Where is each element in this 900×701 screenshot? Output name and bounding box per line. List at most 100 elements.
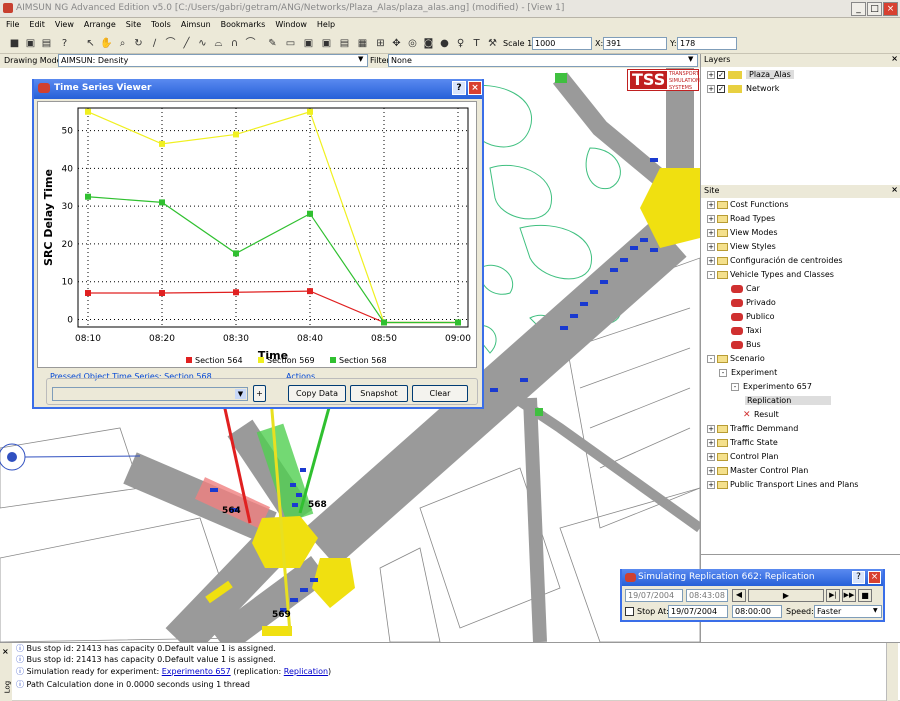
node-icon[interactable]: ▣ bbox=[302, 37, 315, 50]
scale-input[interactable]: 1000 bbox=[532, 37, 592, 50]
tsv-close-button[interactable]: × bbox=[468, 81, 482, 95]
arc3-icon[interactable]: ⌒ bbox=[244, 37, 257, 50]
stop-date-field[interactable]: 19/07/2004 bbox=[668, 605, 728, 618]
site-tree-item[interactable]: + Traffic State bbox=[707, 438, 778, 447]
step-forward-icon[interactable]: ▶| bbox=[826, 589, 840, 602]
speed-select[interactable]: Faster bbox=[814, 605, 882, 618]
menu-file[interactable]: File bbox=[2, 18, 23, 31]
move-icon[interactable]: ✥ bbox=[390, 37, 403, 50]
centroid-icon[interactable]: ⊞ bbox=[374, 37, 387, 50]
site-tree-item[interactable]: + Master Control Plan bbox=[707, 466, 808, 475]
site-tree-item[interactable]: + Traffic Demmand bbox=[707, 424, 798, 433]
layer-checkbox[interactable]: ✓ bbox=[717, 84, 725, 93]
expand-icon[interactable]: + bbox=[707, 438, 715, 447]
layer-row-plaza[interactable]: + ✓ Plaza_Alas bbox=[707, 70, 794, 79]
site-tree-item[interactable]: Car bbox=[731, 284, 760, 293]
save-icon[interactable]: ▣ bbox=[24, 37, 37, 50]
filter-select[interactable]: None bbox=[388, 54, 698, 67]
collapse-icon[interactable]: - bbox=[707, 270, 715, 279]
close-icon[interactable]: × bbox=[2, 647, 9, 656]
close-button[interactable]: × bbox=[883, 2, 898, 16]
site-tree-item[interactable]: Taxi bbox=[731, 326, 761, 335]
square-icon[interactable]: ◙ bbox=[422, 37, 435, 50]
site-tree-item[interactable]: + View Styles bbox=[707, 242, 776, 251]
close-icon[interactable]: × bbox=[891, 54, 898, 63]
series-select[interactable]: ▼ bbox=[52, 387, 248, 401]
expand-icon[interactable]: + bbox=[707, 200, 715, 209]
site-tree-item[interactable]: - Scenario bbox=[707, 354, 765, 363]
detector-icon[interactable]: ▤ bbox=[338, 37, 351, 50]
expand-icon[interactable]: + bbox=[707, 480, 715, 489]
site-tree-item[interactable]: Bus bbox=[731, 340, 761, 349]
bezier-icon[interactable]: ∿ bbox=[196, 37, 209, 50]
tsv-help-button[interactable]: ? bbox=[452, 81, 466, 95]
replication-link[interactable]: Replication bbox=[284, 667, 328, 676]
site-tree-item[interactable]: - Experimento 657 bbox=[731, 382, 812, 391]
print-icon[interactable]: ▤ bbox=[40, 37, 53, 50]
chevron-down-icon[interactable]: ▼ bbox=[358, 55, 363, 63]
rewind-icon[interactable]: ◀ bbox=[732, 589, 746, 602]
sim-help-button[interactable]: ? bbox=[852, 571, 865, 584]
drawing-mode-select[interactable]: AIMSUN: Density bbox=[58, 54, 368, 67]
site-tree-item[interactable]: + Road Types bbox=[707, 214, 775, 223]
log-scrollbar[interactable] bbox=[886, 643, 898, 701]
site-tree-item[interactable]: - Vehicle Types and Classes bbox=[707, 270, 834, 279]
section-icon[interactable]: ▭ bbox=[284, 37, 297, 50]
stop-icon[interactable]: ■ bbox=[858, 589, 872, 602]
zoom-icon[interactable]: ⌕ bbox=[116, 37, 129, 50]
open-icon[interactable]: ■ bbox=[8, 37, 21, 50]
polyline-icon[interactable]: ∕ bbox=[148, 37, 161, 50]
collapse-icon[interactable]: - bbox=[707, 354, 715, 363]
expand-icon[interactable]: + bbox=[707, 214, 715, 223]
experiment-link[interactable]: Experimento 657 bbox=[162, 667, 231, 676]
arc-icon[interactable]: ⌓ bbox=[212, 37, 225, 50]
menu-arrange[interactable]: Arrange bbox=[80, 18, 120, 31]
target-icon[interactable]: ◎ bbox=[406, 37, 419, 50]
grid-icon[interactable]: ▦ bbox=[356, 37, 369, 50]
expand-icon[interactable]: + bbox=[707, 466, 715, 475]
rotate-icon[interactable]: ↻ bbox=[132, 37, 145, 50]
layer-row-network[interactable]: + ✓ Network bbox=[707, 84, 779, 93]
sim-close-button[interactable]: × bbox=[868, 571, 881, 584]
maximize-button[interactable]: □ bbox=[867, 2, 882, 16]
collapse-icon[interactable]: - bbox=[731, 382, 739, 391]
site-tree-item[interactable]: - Experiment bbox=[719, 368, 777, 377]
pin-icon[interactable]: ♀ bbox=[454, 37, 467, 50]
curve-icon[interactable]: ⌒ bbox=[164, 37, 177, 50]
expand-icon[interactable]: + bbox=[707, 70, 715, 79]
site-tree-item[interactable]: + Configuración de centroides bbox=[707, 256, 843, 265]
line-icon[interactable]: ╱ bbox=[180, 37, 193, 50]
play-button[interactable]: ▶ bbox=[748, 589, 824, 602]
expand-icon[interactable]: + bbox=[707, 452, 715, 461]
menu-view[interactable]: View bbox=[51, 18, 78, 31]
expand-icon[interactable]: + bbox=[707, 242, 715, 251]
site-tree-item[interactable]: + View Modes bbox=[707, 228, 778, 237]
simulation-control-window[interactable]: Simulating Replication 662: Replication … bbox=[620, 569, 885, 622]
expand-icon[interactable]: + bbox=[707, 84, 715, 93]
sim-title-bar[interactable]: Simulating Replication 662: Replication … bbox=[622, 569, 883, 586]
circle-icon[interactable]: ● bbox=[438, 37, 451, 50]
site-tree-item[interactable]: Privado bbox=[731, 298, 776, 307]
tsv-title-bar[interactable]: Time Series Viewer ? × bbox=[34, 79, 482, 99]
site-tree-item[interactable]: ✕ Result bbox=[743, 410, 779, 419]
menu-tools[interactable]: Tools bbox=[147, 18, 175, 31]
copy-data-button[interactable]: Copy Data bbox=[288, 385, 346, 402]
stop-time-field[interactable]: 08:00:00 bbox=[732, 605, 782, 618]
menu-window[interactable]: Window bbox=[271, 18, 311, 31]
chevron-down-icon[interactable]: ▼ bbox=[873, 607, 878, 614]
close-icon[interactable]: × bbox=[891, 185, 898, 194]
fast-forward-icon[interactable]: ▶▶ bbox=[842, 589, 856, 602]
site-tree-item[interactable]: Replication bbox=[743, 396, 832, 405]
chevron-down-icon[interactable]: ▼ bbox=[688, 55, 693, 63]
expand-icon[interactable]: + bbox=[707, 424, 715, 433]
site-tree-item[interactable]: Publico bbox=[731, 312, 775, 321]
time-series-viewer-window[interactable]: Time Series Viewer ? × 0 10 20 30 40 50 08:10 0… bbox=[32, 79, 484, 409]
menu-help[interactable]: Help bbox=[313, 18, 339, 31]
stop-at-checkbox[interactable] bbox=[625, 607, 634, 616]
menu-site[interactable]: Site bbox=[122, 18, 145, 31]
menu-aimsun[interactable]: Aimsun bbox=[177, 18, 215, 31]
menu-edit[interactable]: Edit bbox=[25, 18, 49, 31]
collapse-icon[interactable]: - bbox=[719, 368, 727, 377]
arc2-icon[interactable]: ∩ bbox=[228, 37, 241, 50]
snapshot-button[interactable]: Snapshot bbox=[350, 385, 408, 402]
